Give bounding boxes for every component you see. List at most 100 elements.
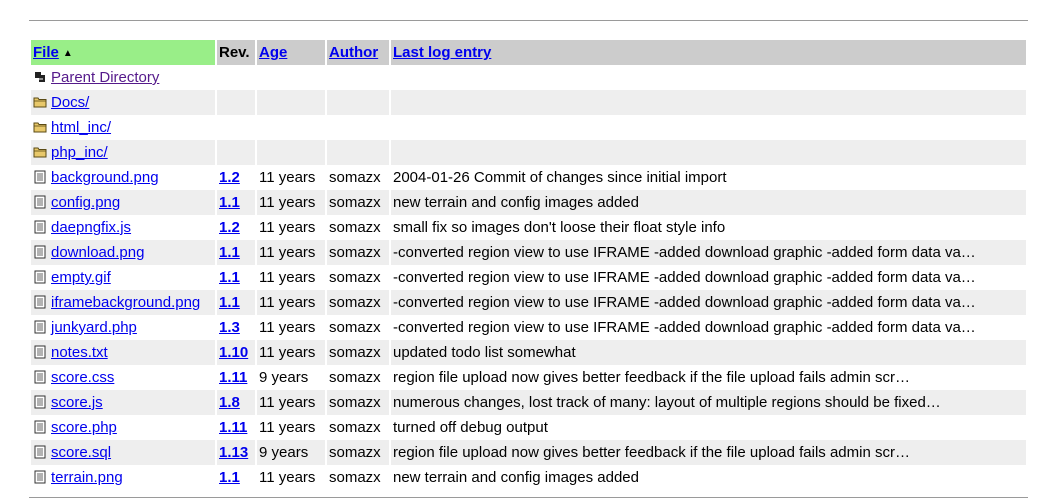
file-cell: download.png — [31, 240, 215, 265]
empty-cell — [217, 115, 255, 140]
revision-link[interactable]: 1.2 — [219, 219, 240, 236]
file-link[interactable]: iframebackground.png — [51, 294, 200, 311]
file-link[interactable]: daepngfix.js — [51, 219, 131, 236]
file-row: background.png 1.2 11 years somazx 2004-01-2… — [31, 165, 1026, 190]
file-cell: notes.txt — [31, 340, 215, 365]
file-link[interactable]: score.php — [51, 419, 117, 436]
empty-cell — [327, 90, 389, 115]
rev-cell: 1.1 — [217, 190, 255, 215]
file-row: empty.gif 1.1 11 years somazx -converted reg… — [31, 265, 1026, 290]
directory-link[interactable]: php_inc/ — [51, 144, 108, 161]
rev-column-header: Rev. — [219, 44, 250, 61]
directory-link[interactable]: html_inc/ — [51, 119, 111, 136]
file-link[interactable]: score.sql — [51, 444, 111, 461]
text-file-icon — [33, 395, 47, 409]
file-link[interactable]: download.png — [51, 244, 144, 261]
author-cell: somazx — [329, 194, 381, 211]
text-file-icon — [33, 220, 47, 234]
text-file-icon — [33, 295, 47, 309]
file-row: terrain.png 1.1 11 years somazx new terrain … — [31, 465, 1026, 490]
empty-cell — [257, 90, 325, 115]
file-row: score.css 1.11 9 years somazx region file up… — [31, 365, 1026, 390]
text-file-icon — [33, 195, 47, 209]
file-cell: score.css — [31, 365, 215, 390]
revision-link[interactable]: 1.11 — [219, 369, 247, 386]
file-cell: empty.gif — [31, 265, 215, 290]
empty-cell — [217, 90, 255, 115]
file-row: junkyard.php 1.3 11 years somazx -converted … — [31, 315, 1026, 340]
author-cell: somazx — [329, 319, 381, 336]
file-cell: Parent Directory — [31, 65, 215, 90]
sort-by-log-link[interactable]: Last log entry — [393, 44, 491, 61]
revision-link[interactable]: 1.1 — [219, 244, 240, 261]
file-link[interactable]: junkyard.php — [51, 319, 137, 336]
empty-cell — [327, 115, 389, 140]
parent-directory-link[interactable]: Parent Directory — [51, 69, 159, 86]
file-link[interactable]: background.png — [51, 169, 159, 186]
log-entry-cell: region file upload now gives better feed… — [393, 444, 910, 461]
author-cell: somazx — [329, 344, 381, 361]
revision-link[interactable]: 1.1 — [219, 269, 240, 286]
log-entry-cell: small fix so images don't loose their fl… — [393, 219, 726, 236]
file-cell: iframebackground.png — [31, 290, 215, 315]
folder-icon — [33, 145, 47, 159]
file-link[interactable]: config.png — [51, 194, 120, 211]
age-cell: 11 years — [259, 319, 316, 336]
revision-link[interactable]: 1.11 — [219, 419, 247, 436]
author-column-header: Author — [327, 40, 389, 65]
file-row: score.php 1.11 11 years somazx turned off de… — [31, 415, 1026, 440]
file-link[interactable]: terrain.png — [51, 469, 123, 486]
directory-row: php_inc/ — [31, 140, 1026, 165]
revision-link[interactable]: 1.8 — [219, 394, 240, 411]
rev-cell: 1.2 — [217, 215, 255, 240]
sort-by-age-link[interactable]: Age — [259, 44, 287, 61]
age-cell: 11 years — [259, 269, 316, 286]
file-link[interactable]: score.js — [51, 394, 103, 411]
directory-link[interactable]: Docs/ — [51, 94, 89, 111]
rev-cell: 1.2 — [217, 165, 255, 190]
file-listing-table: File ▲ Rev. Age Author Last log entry Par… — [29, 40, 1028, 490]
revision-link[interactable]: 1.1 — [219, 194, 240, 211]
sort-by-file-link[interactable]: File — [33, 44, 59, 61]
rev-cell: 1.13 — [217, 440, 255, 465]
file-row: download.png 1.1 11 years somazx -converted … — [31, 240, 1026, 265]
empty-cell — [327, 65, 389, 90]
revision-link[interactable]: 1.2 — [219, 169, 240, 186]
file-link[interactable]: empty.gif — [51, 269, 111, 286]
file-link[interactable]: notes.txt — [51, 344, 108, 361]
directory-row: Docs/ — [31, 90, 1026, 115]
directory-row: Parent Directory — [31, 65, 1026, 90]
revision-link[interactable]: 1.3 — [219, 319, 240, 336]
revision-link[interactable]: 1.10 — [219, 344, 248, 361]
revision-link[interactable]: 1.1 — [219, 294, 240, 311]
author-cell: somazx — [329, 369, 381, 386]
sort-by-author-link[interactable]: Author — [329, 44, 378, 61]
file-link[interactable]: score.css — [51, 369, 114, 386]
age-cell: 9 years — [259, 369, 309, 386]
log-entry-cell: new terrain and config images added — [393, 194, 639, 211]
file-cell: terrain.png — [31, 465, 215, 490]
rev-cell: 1.1 — [217, 465, 255, 490]
author-cell: somazx — [329, 394, 381, 411]
empty-cell — [257, 140, 325, 165]
text-file-icon — [33, 470, 47, 484]
back-arrow-icon — [33, 70, 47, 84]
age-cell: 9 years — [259, 444, 309, 461]
rev-cell: 1.1 — [217, 265, 255, 290]
file-cell: background.png — [31, 165, 215, 190]
file-cell: html_inc/ — [31, 115, 215, 140]
author-cell: somazx — [329, 469, 381, 486]
directory-row: html_inc/ — [31, 115, 1026, 140]
empty-cell — [257, 65, 325, 90]
revision-link[interactable]: 1.13 — [219, 444, 248, 461]
log-entry-cell: -converted region view to use IFRAME -ad… — [393, 269, 976, 286]
empty-cell — [391, 90, 1026, 115]
author-cell: somazx — [329, 294, 381, 311]
revision-link[interactable]: 1.1 — [219, 469, 240, 486]
file-cell: daepngfix.js — [31, 215, 215, 240]
text-file-icon — [33, 420, 47, 434]
file-cell: junkyard.php — [31, 315, 215, 340]
text-file-icon — [33, 320, 47, 334]
file-cell: config.png — [31, 190, 215, 215]
file-cell: php_inc/ — [31, 140, 215, 165]
